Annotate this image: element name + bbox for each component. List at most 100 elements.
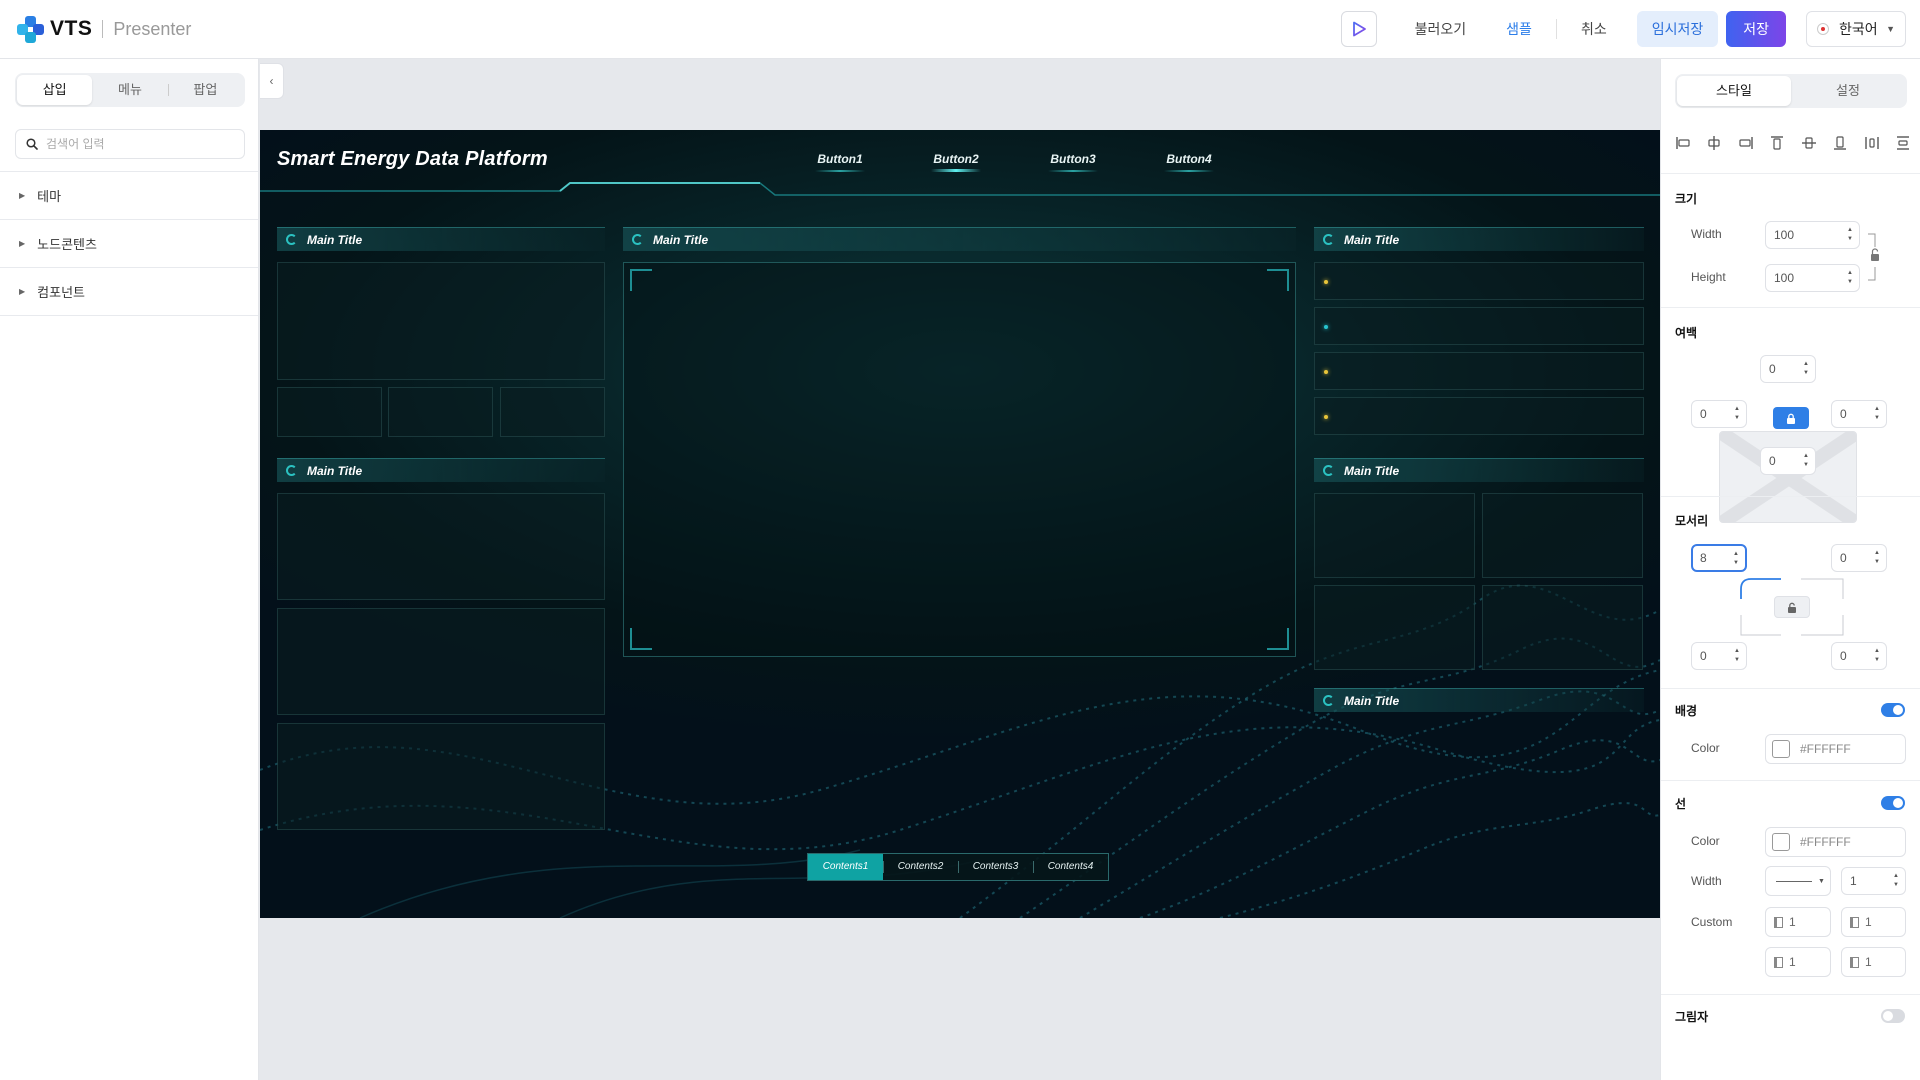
- stepper-icon[interactable]: ▲ ▼: [1733, 550, 1739, 568]
- contents-tab-4[interactable]: Contents4: [1033, 854, 1108, 880]
- loading-ring-icon: [286, 234, 297, 245]
- dash-nav-button-3[interactable]: Button3: [1028, 152, 1118, 172]
- panel-header-right-3: Main Title: [1314, 688, 1644, 712]
- dash-nav-button-2[interactable]: Button2: [911, 152, 1001, 172]
- section-divider: [1661, 688, 1920, 689]
- margin-bottom-input[interactable]: 0 ▲ ▼: [1760, 447, 1816, 475]
- loading-ring-icon: [1323, 465, 1334, 476]
- dashboard-canvas[interactable]: Smart Energy Data Platform Button1 Butto…: [260, 130, 1660, 918]
- align-right-icon[interactable]: [1736, 133, 1756, 153]
- align-center-horizontal-icon[interactable]: [1704, 133, 1724, 153]
- status-dot-icon: [1324, 280, 1328, 284]
- margin-right-value: 0: [1840, 407, 1847, 421]
- distribute-vertical-icon[interactable]: [1893, 133, 1913, 153]
- stepper-icon[interactable]: ▲ ▼: [1734, 405, 1740, 423]
- corner-lock-button[interactable]: [1774, 596, 1810, 618]
- height-value: 100: [1774, 271, 1795, 285]
- contents-tab-1[interactable]: Contents1: [808, 854, 883, 880]
- section-divider: [1661, 307, 1920, 308]
- sample-button[interactable]: 샘플: [1486, 11, 1552, 47]
- panel-box-grid: [1314, 493, 1475, 578]
- shadow-toggle[interactable]: [1881, 1009, 1905, 1023]
- contents-tab-3[interactable]: Contents3: [958, 854, 1033, 880]
- korea-flag-icon: [1817, 23, 1829, 35]
- border-width-input[interactable]: 1 ▲ ▼: [1841, 867, 1906, 895]
- preview-play-button[interactable]: [1340, 11, 1377, 47]
- search-input[interactable]: [46, 137, 236, 151]
- background-toggle[interactable]: [1881, 703, 1905, 717]
- background-color-field[interactable]: #FFFFFF: [1765, 734, 1906, 764]
- stepper-icon[interactable]: ▲ ▼: [1874, 647, 1880, 665]
- border-toggle[interactable]: [1881, 796, 1905, 810]
- border-custom-bottom[interactable]: 1: [1841, 947, 1906, 977]
- border-custom-left[interactable]: 1: [1765, 907, 1831, 937]
- stepper-icon[interactable]: ▲ ▼: [1734, 647, 1740, 665]
- dash-nav-button-4[interactable]: Button4: [1144, 152, 1234, 172]
- collapse-panel-button[interactable]: ‹: [260, 63, 284, 99]
- logo[interactable]: VTS Presenter: [16, 15, 191, 43]
- margin-right-input[interactable]: 0 ▲ ▼: [1831, 400, 1887, 428]
- size-section-title: 크기: [1675, 192, 1698, 206]
- temp-save-button[interactable]: 임시저장: [1636, 11, 1719, 47]
- color-swatch[interactable]: [1772, 833, 1790, 851]
- load-button[interactable]: 불러오기: [1395, 11, 1487, 47]
- border-color-field[interactable]: #FFFFFF: [1765, 827, 1906, 857]
- tab-popup[interactable]: 팝업: [167, 75, 243, 105]
- language-select[interactable]: 한국어 ▼: [1806, 11, 1906, 47]
- color-swatch[interactable]: [1772, 740, 1790, 758]
- width-label: Width: [1691, 227, 1722, 241]
- panel-header-right-1: Main Title: [1314, 227, 1644, 251]
- distribute-horizontal-icon[interactable]: [1862, 133, 1882, 153]
- aspect-link-icon[interactable]: [1866, 231, 1884, 283]
- border-color-value: #FFFFFF: [1800, 835, 1851, 849]
- align-top-icon[interactable]: [1767, 133, 1787, 153]
- stepper-icon[interactable]: ▲ ▼: [1893, 872, 1899, 890]
- tree-item-node-contents[interactable]: ▶ 노드콘텐츠: [0, 220, 258, 268]
- stepper-icon[interactable]: ▲ ▼: [1803, 360, 1809, 378]
- panel-title: Main Title: [307, 232, 363, 247]
- border-custom-top[interactable]: 1: [1841, 907, 1906, 937]
- cancel-button[interactable]: 취소: [1561, 11, 1627, 47]
- panel-box-grid: [1314, 585, 1475, 670]
- margin-top-input[interactable]: 0 ▲ ▼: [1760, 355, 1816, 383]
- loading-ring-icon: [632, 234, 643, 245]
- corner-top-right-input[interactable]: 0 ▲ ▼: [1831, 544, 1887, 572]
- stepper-icon[interactable]: ▲ ▼: [1847, 226, 1853, 244]
- tree-item-label: 테마: [37, 189, 62, 204]
- tree-item-theme[interactable]: ▶ 테마: [0, 172, 258, 220]
- corner-bottom-left-value: 0: [1700, 649, 1707, 663]
- chevron-left-icon: ‹: [269, 74, 274, 88]
- corner-bottom-right-input[interactable]: 0 ▲ ▼: [1831, 642, 1887, 670]
- status-dot-icon: [1324, 370, 1328, 374]
- save-button[interactable]: 저장: [1726, 11, 1786, 47]
- panel-box-grid: [1482, 493, 1643, 578]
- corner-top-left-input[interactable]: 8 ▲ ▼: [1691, 544, 1747, 572]
- background-color-value: #FFFFFF: [1800, 742, 1851, 756]
- dash-nav-button-1[interactable]: Button1: [795, 152, 885, 172]
- tab-insert[interactable]: 삽입: [17, 75, 93, 105]
- margin-bottom-value: 0: [1769, 454, 1776, 468]
- stepper-icon[interactable]: ▲ ▼: [1803, 452, 1809, 470]
- tab-menu[interactable]: 메뉴: [92, 75, 167, 105]
- border-width-value: 1: [1850, 874, 1857, 888]
- stepper-icon[interactable]: ▲ ▼: [1874, 549, 1880, 567]
- tab-style[interactable]: 스타일: [1677, 76, 1791, 106]
- stepper-icon[interactable]: ▲ ▼: [1874, 405, 1880, 423]
- align-left-icon[interactable]: [1673, 133, 1693, 153]
- tree-item-components[interactable]: ▶ 컴포넌트: [0, 268, 258, 316]
- line-style-select[interactable]: ▼: [1765, 866, 1831, 896]
- align-middle-vertical-icon[interactable]: [1799, 133, 1819, 153]
- height-input[interactable]: 100 ▲ ▼: [1765, 264, 1860, 292]
- margin-lock-button[interactable]: [1773, 407, 1809, 429]
- width-input[interactable]: 100 ▲ ▼: [1765, 221, 1860, 249]
- align-bottom-icon[interactable]: [1830, 133, 1850, 153]
- frame-corner: [630, 628, 652, 650]
- panel-box: [277, 608, 605, 715]
- margin-top-value: 0: [1769, 362, 1776, 376]
- border-custom-right[interactable]: 1: [1765, 947, 1831, 977]
- stepper-icon[interactable]: ▲ ▼: [1847, 269, 1853, 287]
- margin-left-input[interactable]: 0 ▲ ▼: [1691, 400, 1747, 428]
- contents-tab-2[interactable]: Contents2: [883, 854, 958, 880]
- tab-settings[interactable]: 설정: [1791, 76, 1905, 106]
- corner-bottom-left-input[interactable]: 0 ▲ ▼: [1691, 642, 1747, 670]
